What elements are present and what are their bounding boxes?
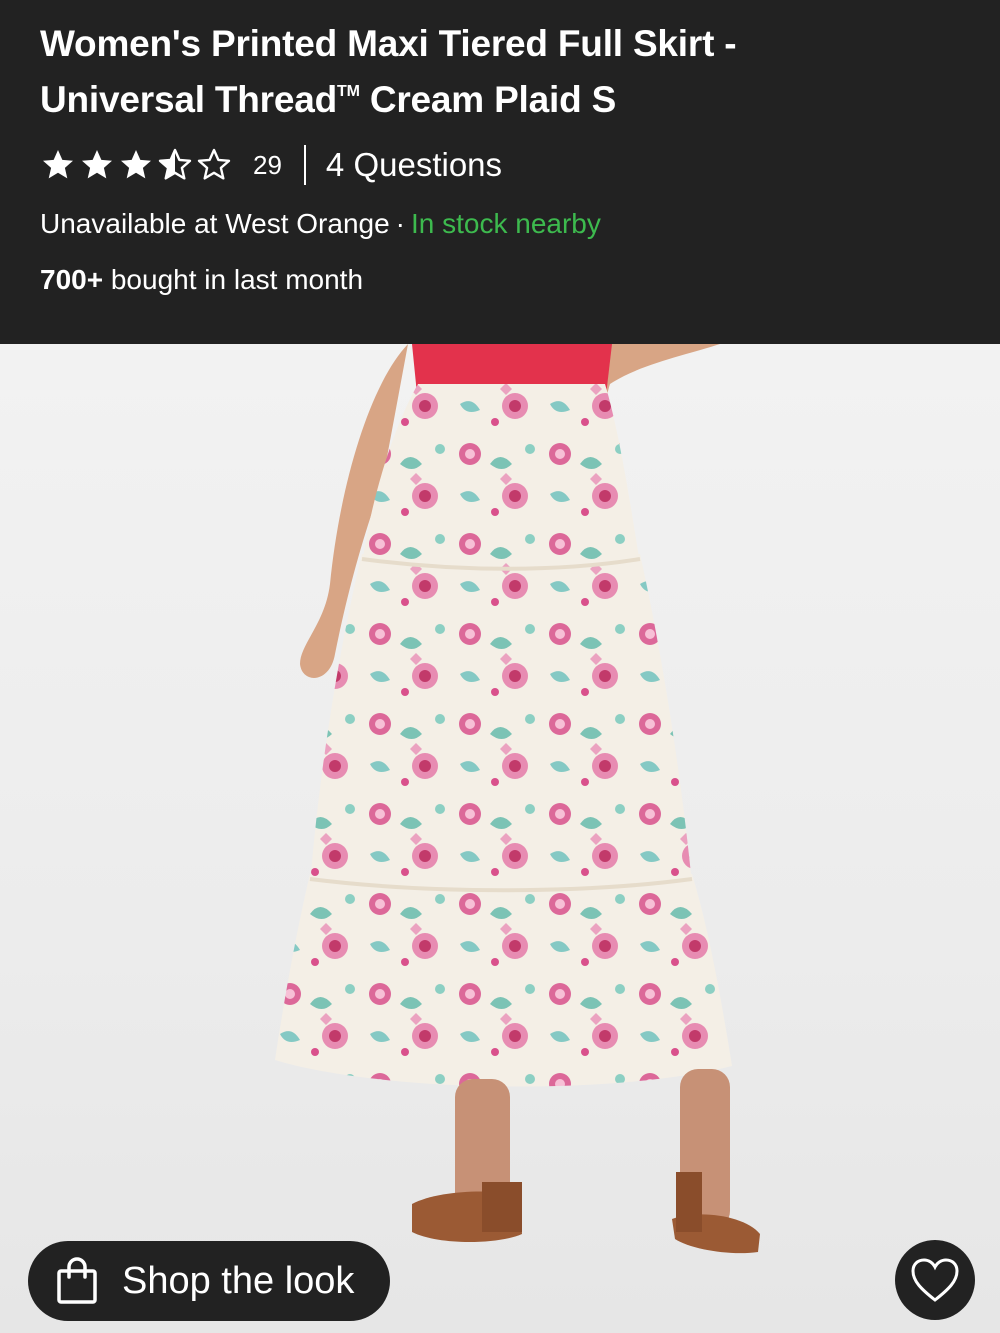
star-half-icon — [158, 148, 192, 180]
product-header: Women's Printed Maxi Tiered Full Skirt -… — [0, 0, 1000, 344]
shop-the-look-label: Shop the look — [122, 1259, 355, 1302]
review-count[interactable]: 29 — [253, 150, 282, 181]
star-icon — [121, 150, 151, 179]
purchase-stat: 700+ bought in last month — [40, 260, 960, 300]
product-variant: Cream Plaid S — [359, 79, 617, 120]
product-title-line1: Women's Printed Maxi Tiered Full Skirt - — [40, 23, 737, 64]
rating-row: 29 4 Questions — [40, 144, 960, 186]
product-title: Women's Printed Maxi Tiered Full Skirt -… — [40, 20, 940, 124]
favorite-button[interactable] — [895, 1240, 975, 1320]
availability-row: Unavailable at West Orange · In stock near… — [40, 204, 960, 244]
star-icon — [43, 150, 73, 179]
shop-the-look-button[interactable]: Shop the look — [28, 1241, 390, 1321]
store-availability[interactable]: Unavailable at West Orange — [40, 208, 390, 239]
product-image[interactable] — [0, 344, 1000, 1333]
trademark: TM — [337, 83, 360, 100]
star-icon — [82, 150, 112, 179]
shopping-bag-icon — [57, 1257, 97, 1304]
bought-label: bought in last month — [103, 264, 364, 295]
rating-divider — [303, 145, 306, 185]
skirt-photo — [275, 344, 760, 1254]
in-stock-nearby-link[interactable]: In stock nearby — [411, 208, 601, 239]
bought-count: 700+ — [40, 264, 104, 295]
star-empty-icon — [197, 148, 231, 180]
questions-link[interactable]: 4 Questions — [326, 146, 502, 184]
heart-icon — [911, 1258, 959, 1302]
brand-name: Universal Thread — [40, 79, 338, 120]
availability-separator: · — [395, 208, 405, 239]
rating-stars[interactable] — [40, 147, 235, 183]
product-title-line2: Universal ThreadTM Cream Plaid S — [40, 68, 940, 124]
